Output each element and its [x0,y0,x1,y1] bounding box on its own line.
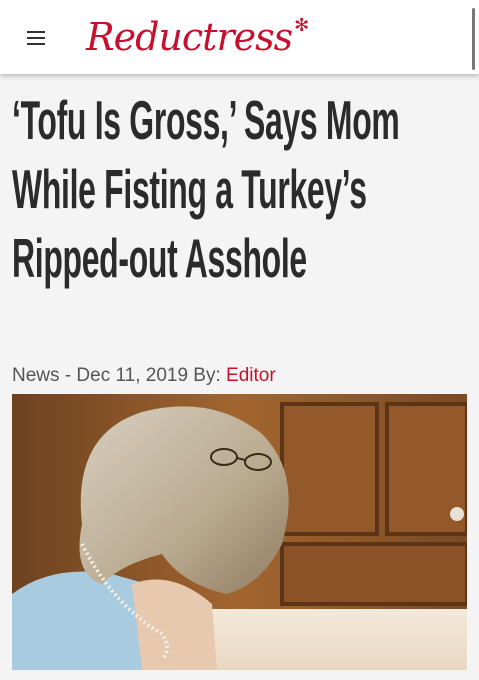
article-headline: ‘Tofu Is Gross,’ Says Mom While Fisting … [12,89,400,289]
logo-flower-icon: ✻ [294,14,309,36]
scrollbar[interactable] [472,8,475,70]
article-byline: News - Dec 11, 2019 By: Editor [12,365,276,387]
article-category: News [12,365,60,386]
byline-separator: - [59,365,77,386]
article-hero-image [12,394,467,670]
hamburger-menu-icon[interactable] [27,31,45,45]
by-label: By: [188,365,227,386]
logo-text: Reductress [86,15,293,59]
article-date: Dec 11, 2019 [76,365,189,386]
hero-photo-illustration [12,394,467,670]
author-link[interactable]: Editor [226,365,276,386]
site-header: Reductress ✻ [0,0,479,74]
site-logo[interactable]: Reductress ✻ [86,4,309,70]
